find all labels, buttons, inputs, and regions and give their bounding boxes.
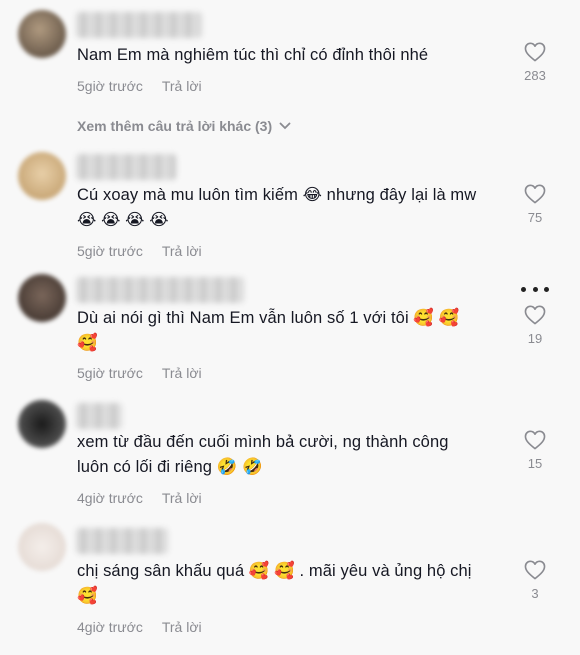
- like-button[interactable]: 19: [518, 305, 552, 346]
- reply-button[interactable]: Trả lời: [162, 490, 202, 506]
- like-count: 75: [527, 210, 543, 225]
- reply-button[interactable]: Trả lời: [162, 78, 202, 94]
- view-more-replies[interactable]: Xem thêm câu trả lời khác (3): [77, 118, 291, 134]
- avatar[interactable]: [18, 152, 66, 200]
- username-blurred[interactable]: [76, 528, 168, 554]
- reply-button[interactable]: Trả lời: [162, 243, 202, 259]
- comment-time: 5giờ trước: [77, 365, 143, 381]
- comment-text: xem từ đầu đến cuối mình bả cười, ng thà…: [77, 433, 449, 476]
- like-button[interactable]: 15: [518, 430, 552, 471]
- avatar[interactable]: [18, 523, 66, 571]
- like-count: 15: [527, 456, 543, 471]
- avatar[interactable]: [18, 10, 66, 58]
- heart-icon[interactable]: [524, 184, 546, 204]
- comment-meta: 4giờ trước Trả lời: [77, 490, 202, 506]
- avatar[interactable]: [18, 400, 66, 448]
- like-count: 283: [524, 68, 546, 83]
- like-count: 19: [527, 331, 543, 346]
- comment-text: Cú xoay mà mu luôn tìm kiếm 😂 nhưng đây …: [77, 186, 477, 229]
- comment-meta: 4giờ trước Trả lời: [77, 619, 202, 635]
- like-button[interactable]: 75: [518, 184, 552, 225]
- heart-icon[interactable]: [524, 305, 546, 325]
- heart-icon[interactable]: [524, 560, 546, 580]
- comment-meta: 5giờ trước Trả lời: [77, 243, 202, 259]
- comment-meta: 5giờ trước Trả lời: [77, 365, 202, 381]
- chevron-down-icon: [279, 122, 291, 130]
- avatar[interactable]: [18, 274, 66, 322]
- comment-meta: 5giờ trước Trả lời: [77, 78, 202, 94]
- reply-button[interactable]: Trả lời: [162, 619, 202, 635]
- comment-time: 4giờ trước: [77, 490, 143, 506]
- username-blurred[interactable]: [76, 12, 202, 38]
- username-blurred[interactable]: [76, 403, 122, 429]
- comment-text: chị sáng sân khấu quá 🥰 🥰 . mãi yêu và ủ…: [77, 562, 472, 605]
- comment-time: 4giờ trước: [77, 619, 143, 635]
- username-blurred[interactable]: [76, 154, 176, 180]
- reply-button[interactable]: Trả lời: [162, 365, 202, 381]
- view-more-label: Xem thêm câu trả lời khác (3): [77, 118, 273, 134]
- like-button[interactable]: 283: [518, 42, 552, 83]
- like-count: 3: [531, 586, 539, 601]
- comment-text: Dù ai nói gì thì Nam Em vẫn luôn số 1 vớ…: [77, 309, 460, 352]
- like-button[interactable]: 3: [518, 560, 552, 601]
- heart-icon[interactable]: [524, 42, 546, 62]
- username-blurred[interactable]: [76, 277, 244, 303]
- more-options-icon[interactable]: [521, 285, 549, 293]
- heart-icon[interactable]: [524, 430, 546, 450]
- comment-time: 5giờ trước: [77, 78, 143, 94]
- comment-text: Nam Em mà nghiêm túc thì chỉ có đỉnh thô…: [77, 46, 429, 64]
- comment-time: 5giờ trước: [77, 243, 143, 259]
